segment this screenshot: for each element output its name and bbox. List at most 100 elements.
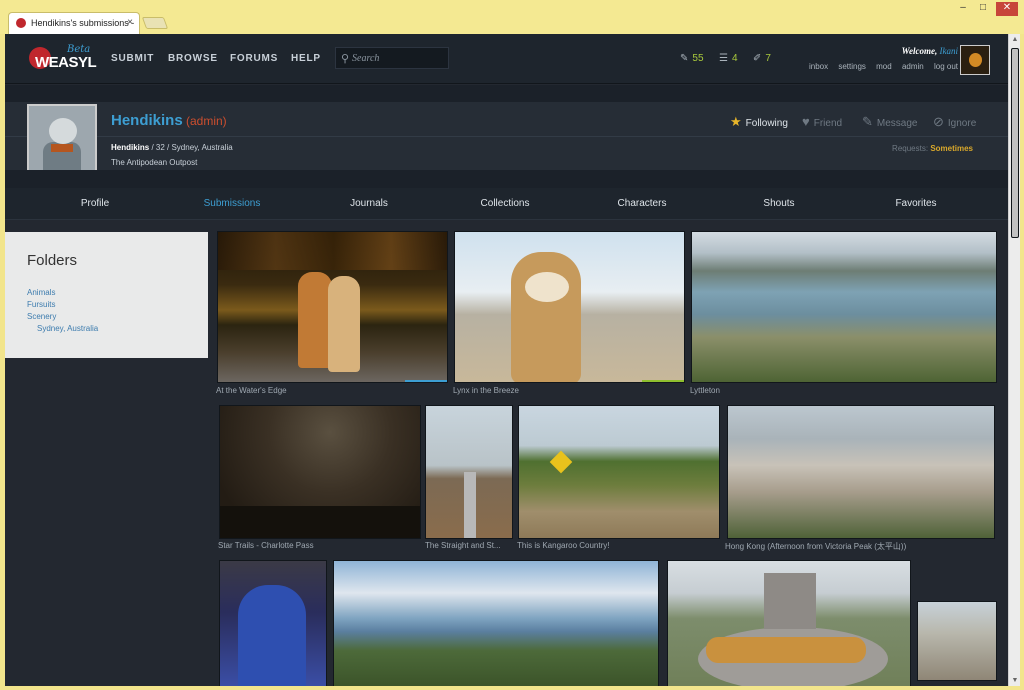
folder-scenery[interactable]: Scenery [27, 312, 56, 321]
thumbnail-hong-kong[interactable] [727, 405, 995, 539]
page-viewport: WEASYL Beta Submit Browse Forums Help ⚲ … [5, 34, 1008, 686]
thumbnail-kangaroo-country[interactable] [518, 405, 720, 539]
site-header: WEASYL Beta Submit Browse Forums Help ⚲ … [5, 34, 1008, 84]
beta-badge: Beta [67, 44, 91, 55]
avatar-head [49, 118, 77, 144]
thumbnail-lynx-breeze[interactable] [454, 231, 685, 383]
minimize-button[interactable]: – [954, 2, 972, 16]
profile-name[interactable]: Hendikins [111, 112, 183, 129]
profile-bottom-band [5, 170, 1008, 188]
folder-sydney[interactable]: Sydney, Australia [37, 324, 98, 333]
search-icon: ⚲ [341, 53, 350, 65]
vertical-scrollbar[interactable]: ▲ ▼ [1008, 34, 1020, 686]
maximize-button[interactable]: □ [974, 2, 992, 16]
nav-help[interactable]: Help [291, 53, 321, 64]
tab-shouts[interactable]: Shouts [711, 198, 847, 209]
pencil-icon: ✎ [862, 114, 873, 129]
rail-track [464, 472, 476, 538]
journal-count[interactable]: ✐ 7 [753, 53, 771, 64]
tab-characters[interactable]: Characters [574, 198, 710, 209]
nav-browse[interactable]: Browse [168, 53, 218, 64]
caption-lynx-breeze[interactable]: Lynx in the Breeze [453, 386, 685, 395]
thumbnail-star-trails[interactable] [219, 405, 421, 539]
friend-label: Friend [813, 118, 843, 129]
star-icon: ★ [730, 114, 742, 129]
profile-role: (admin) [186, 114, 227, 128]
thumbnail-coastal-view[interactable] [333, 560, 659, 686]
tab-profile[interactable]: Profile [27, 198, 163, 209]
caption-waters-edge[interactable]: At the Water's Edge [216, 386, 448, 395]
settings-link[interactable]: settings [838, 62, 866, 71]
user-avatar[interactable] [960, 45, 990, 75]
current-username[interactable]: Ikani [940, 46, 959, 56]
new-tab-button[interactable] [141, 17, 169, 29]
block-icon: ⊘ [933, 114, 944, 129]
thumb-corner [405, 380, 447, 382]
profile-tabs: Profile Submissions Journals Collections… [5, 188, 1008, 220]
folders-title: Folders [27, 252, 78, 269]
tab-submissions[interactable]: Submissions [164, 198, 300, 209]
thumbnail-fursuit-blue[interactable] [219, 560, 327, 686]
submission-count-value: 55 [692, 53, 704, 64]
caption-lyttleton[interactable]: Lyttleton [690, 386, 996, 395]
folders-panel: Folders Animals Fursuits Scenery Sydney,… [5, 232, 208, 358]
notification-count-value: 4 [731, 53, 738, 64]
folder-fursuits[interactable]: Fursuits [27, 300, 55, 309]
message-label: Message [876, 118, 918, 129]
profile-details: Hendikins / 32 / Sydney, Australia [111, 143, 233, 152]
search-input[interactable] [352, 51, 444, 65]
nav-submit[interactable]: Submit [111, 53, 154, 64]
scroll-down-arrow-icon[interactable]: ▼ [1009, 677, 1021, 684]
close-tab-icon[interactable]: × [127, 17, 133, 28]
list-icon: ☰ [719, 53, 728, 64]
caption-star-trails[interactable]: Star Trails - Charlotte Pass [218, 541, 420, 550]
kangaroo-sign-icon [549, 450, 573, 474]
pencil-icon: ✎ [680, 53, 689, 64]
scrollbar-thumb[interactable] [1011, 48, 1019, 238]
following-button[interactable]: ★ Following [730, 114, 788, 130]
friend-button[interactable]: ♥ Friend [802, 114, 842, 129]
logout-link[interactable]: log out [934, 62, 958, 71]
inbox-link[interactable]: inbox [809, 62, 828, 71]
profile-avatar[interactable] [27, 104, 97, 174]
caption-straight[interactable]: The Straight and St... [425, 541, 513, 550]
submission-count[interactable]: ✎ 55 [680, 53, 704, 64]
requests-value: Sometimes [930, 144, 973, 153]
scroll-up-arrow-icon[interactable]: ▲ [1009, 36, 1021, 43]
blue-fursuit-figure [238, 585, 306, 686]
thumbnail-lookout-leopard[interactable] [667, 560, 911, 686]
weasyl-logo[interactable]: WEASYL Beta [27, 44, 97, 74]
cat-figure [328, 276, 360, 372]
mod-link[interactable]: mod [876, 62, 892, 71]
following-label: Following [745, 118, 788, 129]
header-divider [5, 85, 1008, 102]
thumbnail-waters-edge[interactable] [217, 231, 448, 383]
tab-journals[interactable]: Journals [301, 198, 437, 209]
message-button[interactable]: ✎ Message [862, 114, 917, 130]
thumb-corner [642, 380, 684, 382]
thumbnail-straight[interactable] [425, 405, 513, 539]
profile-details-name: Hendikins [111, 143, 150, 152]
stone-monument [764, 573, 816, 629]
ignore-button[interactable]: ⊘ Ignore [933, 114, 976, 130]
profile-subtitle: The Antipodean Outpost [111, 158, 198, 167]
browser-tab[interactable]: Hendikins's submissions - × [8, 12, 140, 34]
search-box: ⚲ [335, 47, 449, 69]
tab-collections[interactable]: Collections [437, 198, 573, 209]
nav-forums[interactable]: Forums [230, 53, 278, 64]
horizon-silhouette [220, 506, 420, 538]
welcome-prefix: Welcome, [901, 46, 938, 56]
caption-kangaroo-country[interactable]: This is Kangaroo Country! [517, 541, 719, 550]
admin-link[interactable]: admin [902, 62, 924, 71]
folder-animals[interactable]: Animals [27, 288, 55, 297]
notification-count[interactable]: ☰ 4 [719, 53, 738, 64]
thumbnail-city-aerial[interactable] [917, 601, 997, 681]
window-close-button[interactable]: ✕ [996, 2, 1018, 16]
browser-tab-title: Hendikins's submissions - [31, 18, 135, 28]
browser-chrome: Hendikins's submissions - × – □ ✕ [0, 0, 1024, 34]
thumbnail-lyttleton[interactable] [691, 231, 997, 383]
caption-hong-kong[interactable]: Hong Kong (Afternoon from Victoria Peak … [725, 541, 995, 552]
journal-count-value: 7 [765, 53, 771, 64]
ignore-label: Ignore [947, 118, 977, 129]
tab-favorites[interactable]: Favorites [848, 198, 984, 209]
